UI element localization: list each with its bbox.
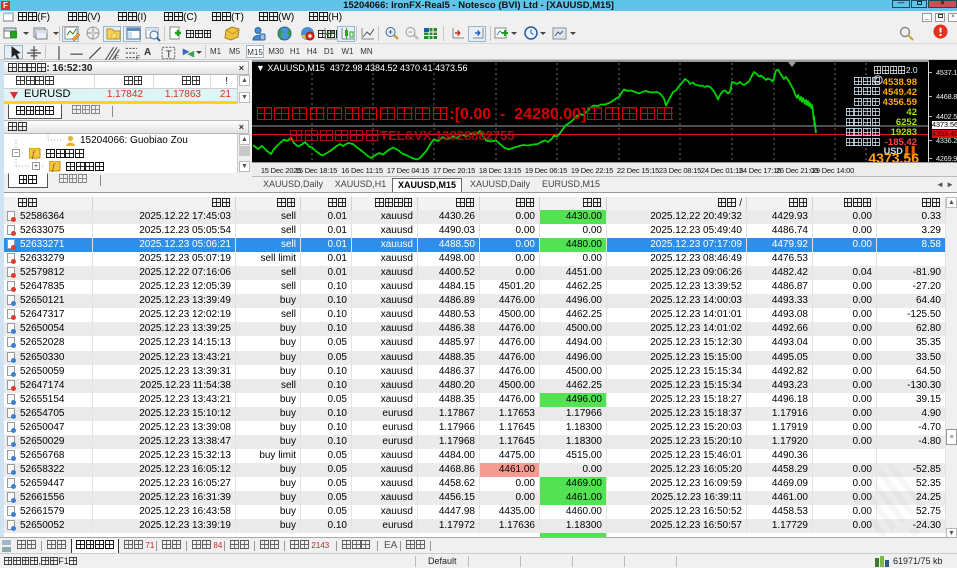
svg-text:T: T xyxy=(166,50,173,61)
